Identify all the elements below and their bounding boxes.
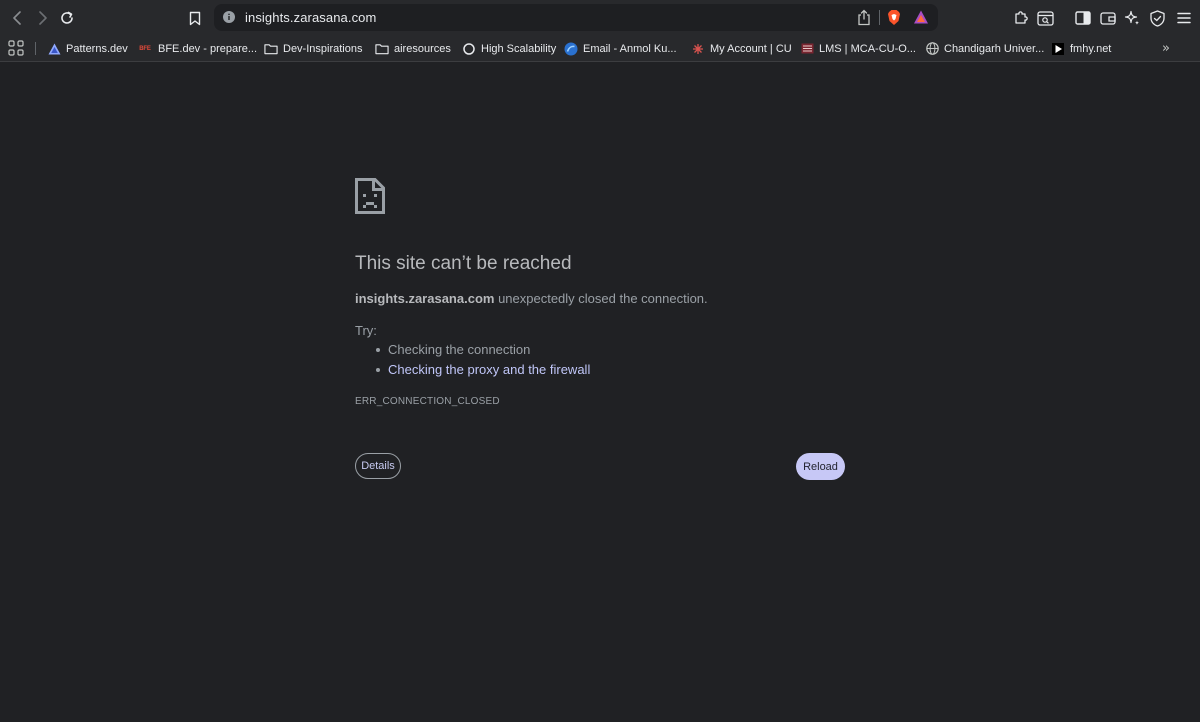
back-button[interactable] — [6, 6, 30, 30]
try-label: Try: — [355, 323, 377, 338]
bookmark-my-account-cu[interactable]: My Account | CU — [691, 39, 792, 58]
cu-account-favicon — [691, 42, 705, 56]
bookmark-label: LMS | MCA-CU-O... — [819, 42, 916, 55]
more-bookmarks-chevron-icon[interactable]: » — [1162, 41, 1170, 56]
bookmarks-separator — [35, 42, 36, 55]
sad-page-icon — [355, 178, 385, 214]
bfe-favicon: BFE — [139, 45, 151, 52]
reload-toolbar-button[interactable] — [55, 6, 79, 30]
bookmark-label: fmhy.net — [1070, 42, 1112, 55]
sidebar-icon — [1075, 11, 1091, 25]
address-separator — [879, 10, 880, 25]
reload-button[interactable]: Reload — [796, 453, 845, 480]
brave-shields-icon[interactable] — [887, 9, 901, 26]
menu-icon — [1177, 12, 1191, 24]
vpn-button[interactable] — [1147, 8, 1167, 28]
error-code: ERR_CONNECTION_CLOSED — [355, 396, 500, 407]
shield-icon — [1149, 9, 1165, 27]
menu-button[interactable] — [1174, 8, 1194, 28]
details-button[interactable]: Details — [355, 453, 401, 479]
wallet-button[interactable] — [1098, 8, 1118, 28]
bookmark-label: High Scalability — [481, 42, 557, 55]
error-message-text: unexpectedly closed the connection. — [494, 291, 708, 306]
info-icon[interactable] — [223, 11, 235, 23]
bookmark-bfe-dev[interactable]: BFE BFE.dev - prepare... — [137, 39, 257, 58]
bookmark-folder-dev-inspirations[interactable]: Dev-Inspirations — [264, 39, 362, 58]
extensions-button[interactable] — [1011, 8, 1031, 28]
bookmarks-bar: Patterns.dev BFE BFE.dev - prepare... De… — [0, 36, 1200, 62]
bookmark-lms[interactable]: LMS | MCA-CU-O... — [800, 39, 916, 58]
wallet-icon — [1100, 12, 1116, 25]
globe-icon — [925, 42, 939, 56]
error-page: This site can’t be reached insights.zara… — [0, 62, 1200, 722]
bookmark-patterns-dev[interactable]: Patterns.dev — [47, 39, 128, 58]
suggestion-check-connection: Checking the connection — [373, 342, 590, 362]
bookmark-high-scalability[interactable]: High Scalability — [462, 39, 556, 58]
refresh-icon — [61, 11, 73, 24]
tab-search-icon — [1036, 10, 1054, 26]
lms-favicon — [800, 42, 814, 56]
address-bar[interactable]: insights.zarasana.com — [214, 4, 938, 31]
high-scalability-favicon — [462, 42, 476, 56]
bookmark-label: Email - Anmol Ku... — [583, 42, 677, 55]
sidebar-button[interactable] — [1073, 8, 1093, 28]
sparkle-icon — [1124, 10, 1139, 25]
error-host: insights.zarasana.com — [355, 291, 495, 306]
outlook-favicon — [564, 42, 578, 56]
bookmark-label: Chandigarh Univer... — [944, 42, 1045, 55]
folder-icon — [375, 42, 389, 56]
bookmark-label: Patterns.dev — [66, 42, 128, 55]
tab-search-button[interactable] — [1035, 8, 1055, 28]
bookmark-label: Dev-Inspirations — [283, 42, 363, 55]
puzzle-icon — [1015, 11, 1028, 24]
apps-grid-icon[interactable] — [8, 40, 24, 56]
fmhy-favicon — [1051, 42, 1065, 56]
suggestion-check-proxy-link[interactable]: Checking the proxy and the firewall — [373, 362, 590, 382]
browser-toolbar: insights.zarasana.com — [0, 0, 1200, 36]
brave-rewards-icon[interactable] — [913, 9, 929, 25]
bookmark-fmhy[interactable]: fmhy.net — [1051, 39, 1111, 58]
bookmark-folder-airesources[interactable]: airesources — [375, 39, 451, 58]
bookmark-email[interactable]: Email - Anmol Ku... — [564, 39, 677, 58]
folder-icon — [264, 42, 278, 56]
bookmark-icon — [189, 11, 201, 25]
patterns-favicon — [47, 42, 61, 56]
bookmark-label: My Account | CU — [710, 42, 792, 55]
forward-button[interactable] — [30, 6, 54, 30]
share-icon[interactable] — [857, 9, 871, 26]
error-title: This site can’t be reached — [355, 253, 572, 274]
url-text[interactable]: insights.zarasana.com — [245, 9, 376, 26]
chevron-right-icon — [39, 11, 47, 25]
bookmark-chandigarh-university[interactable]: Chandigarh Univer... — [925, 39, 1044, 58]
bookmark-label: airesources — [394, 42, 451, 55]
error-message: insights.zarasana.com unexpectedly close… — [355, 291, 708, 306]
bookmark-label: BFE.dev - prepare... — [158, 42, 258, 55]
browser-window: insights.zarasana.com Patterns.dev BFE B… — [0, 0, 1200, 722]
bookmark-page-button[interactable] — [183, 6, 207, 30]
suggestion-list: Checking the connection Checking the pro… — [373, 342, 590, 382]
chevron-left-icon — [13, 11, 21, 25]
leo-ai-button[interactable] — [1122, 8, 1142, 28]
